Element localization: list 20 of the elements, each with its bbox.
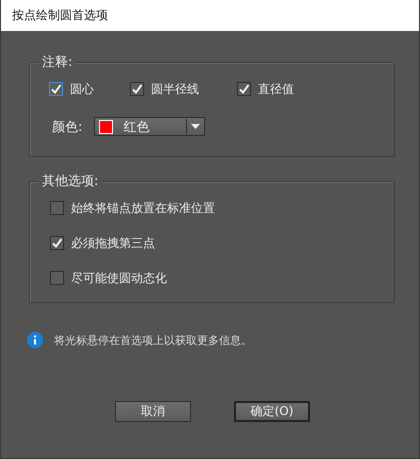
check-icon	[50, 83, 62, 95]
info-icon	[27, 332, 43, 348]
checkbox[interactable]: 圆半径线	[130, 81, 237, 97]
group-title: 注释:	[38, 55, 76, 70]
dialog-button[interactable]: 确定(O)	[234, 401, 310, 422]
dialog-button[interactable]: 取消	[115, 401, 191, 422]
check-icon	[131, 83, 143, 95]
checkbox[interactable]: 圆心	[49, 81, 130, 97]
check-icon	[51, 237, 63, 249]
color-label: 颜色:	[52, 118, 82, 136]
group-title: 其他选项:	[38, 174, 102, 189]
info-text: 将光标悬停在首选项上以获取更多信息。	[54, 332, 252, 348]
checkbox[interactable]: 尽可能使圆动态化	[50, 270, 394, 286]
checkbox[interactable]: 必须拖拽第三点	[50, 235, 394, 251]
checkbox[interactable]: 始终将锚点放置在标准位置	[50, 200, 394, 216]
color-dropdown[interactable]: 红色	[94, 117, 206, 136]
caret-icon	[191, 124, 200, 129]
window-title: 按点绘制圆首选项	[12, 7, 108, 24]
check-icon	[238, 83, 250, 95]
checkbox[interactable]: 直径值	[237, 81, 294, 97]
